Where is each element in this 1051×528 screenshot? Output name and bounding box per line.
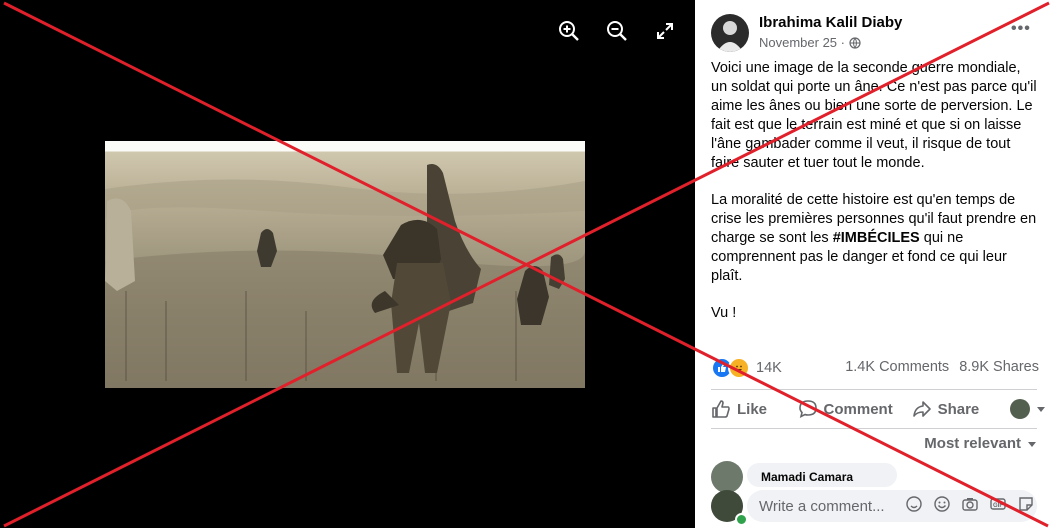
post-paragraph: La moralité de cette histoire est qu'en … [711,191,1039,286]
comment-icon [798,400,817,418]
share-label: Share [937,400,980,418]
zoom-in-icon[interactable] [554,16,584,46]
camera-icon[interactable] [961,495,979,518]
commenter-avatar[interactable] [711,461,743,493]
photo-scene [105,164,585,388]
zoom-out-icon[interactable] [602,16,632,46]
comment-label: Comment [823,400,893,418]
action-bar: Like Comment Share [711,392,1046,426]
emoji-icon[interactable] [933,495,951,518]
author-avatar[interactable] [711,14,749,52]
post-date: November 25 · [759,35,861,50]
post-text: Voici une image de la seconde guerre mon… [711,59,1039,341]
divider [711,428,1037,429]
avatar-sticker-icon[interactable] [905,495,923,518]
caret-down-icon [1028,441,1036,447]
svg-text:GIF: GIF [993,503,1003,509]
thumbs-up-icon [712,400,730,418]
more-options-button[interactable]: ••• [1011,20,1031,38]
comment-bubble: Mamadi Camara [747,463,897,487]
author-name[interactable]: Ibrahima Kalil Diaby [759,14,902,31]
share-as-selector[interactable] [1010,399,1046,419]
photo-viewer [0,0,695,528]
like-label: Like [737,400,768,418]
reaction-count: 14K [756,360,782,376]
post-paragraph: Voici une image de la seconde guerre mon… [711,60,1037,171]
date-text[interactable]: November 25 · [759,35,845,50]
haha-reaction-icon [728,357,750,379]
comment-sort-dropdown[interactable]: Most relevant [924,435,1037,452]
sticker-icon[interactable] [1017,495,1035,518]
comments-count-link[interactable]: 1.4K Comments [845,359,949,375]
hashtag-link[interactable]: #IMBÉCILES [833,230,920,246]
divider [711,389,1037,390]
comment-box: GIF [747,490,1037,522]
post-photo[interactable] [105,141,585,388]
like-button[interactable]: Like [711,399,798,419]
profile-avatar-small [1010,399,1030,419]
comment-input[interactable] [747,496,901,516]
post-stats: 1.4K Comments 8.9K Shares [845,359,1039,375]
share-button[interactable]: Share [912,399,1004,419]
reaction-summary[interactable]: 14K [711,357,782,379]
post-paragraph: Vu ! [711,305,737,321]
comment-button[interactable]: Comment [798,399,912,419]
globe-icon [849,36,861,49]
gif-icon[interactable]: GIF [989,495,1007,518]
post-panel: Ibrahima Kalil Diaby November 25 · ••• V… [695,0,1051,528]
shares-count-link[interactable]: 8.9K Shares [959,359,1039,375]
share-icon [912,401,931,417]
fullscreen-icon[interactable] [650,16,680,46]
sort-label: Most relevant [924,435,1021,452]
comment-author[interactable]: Mamadi Camara [761,470,853,484]
caret-down-icon [1037,407,1045,412]
